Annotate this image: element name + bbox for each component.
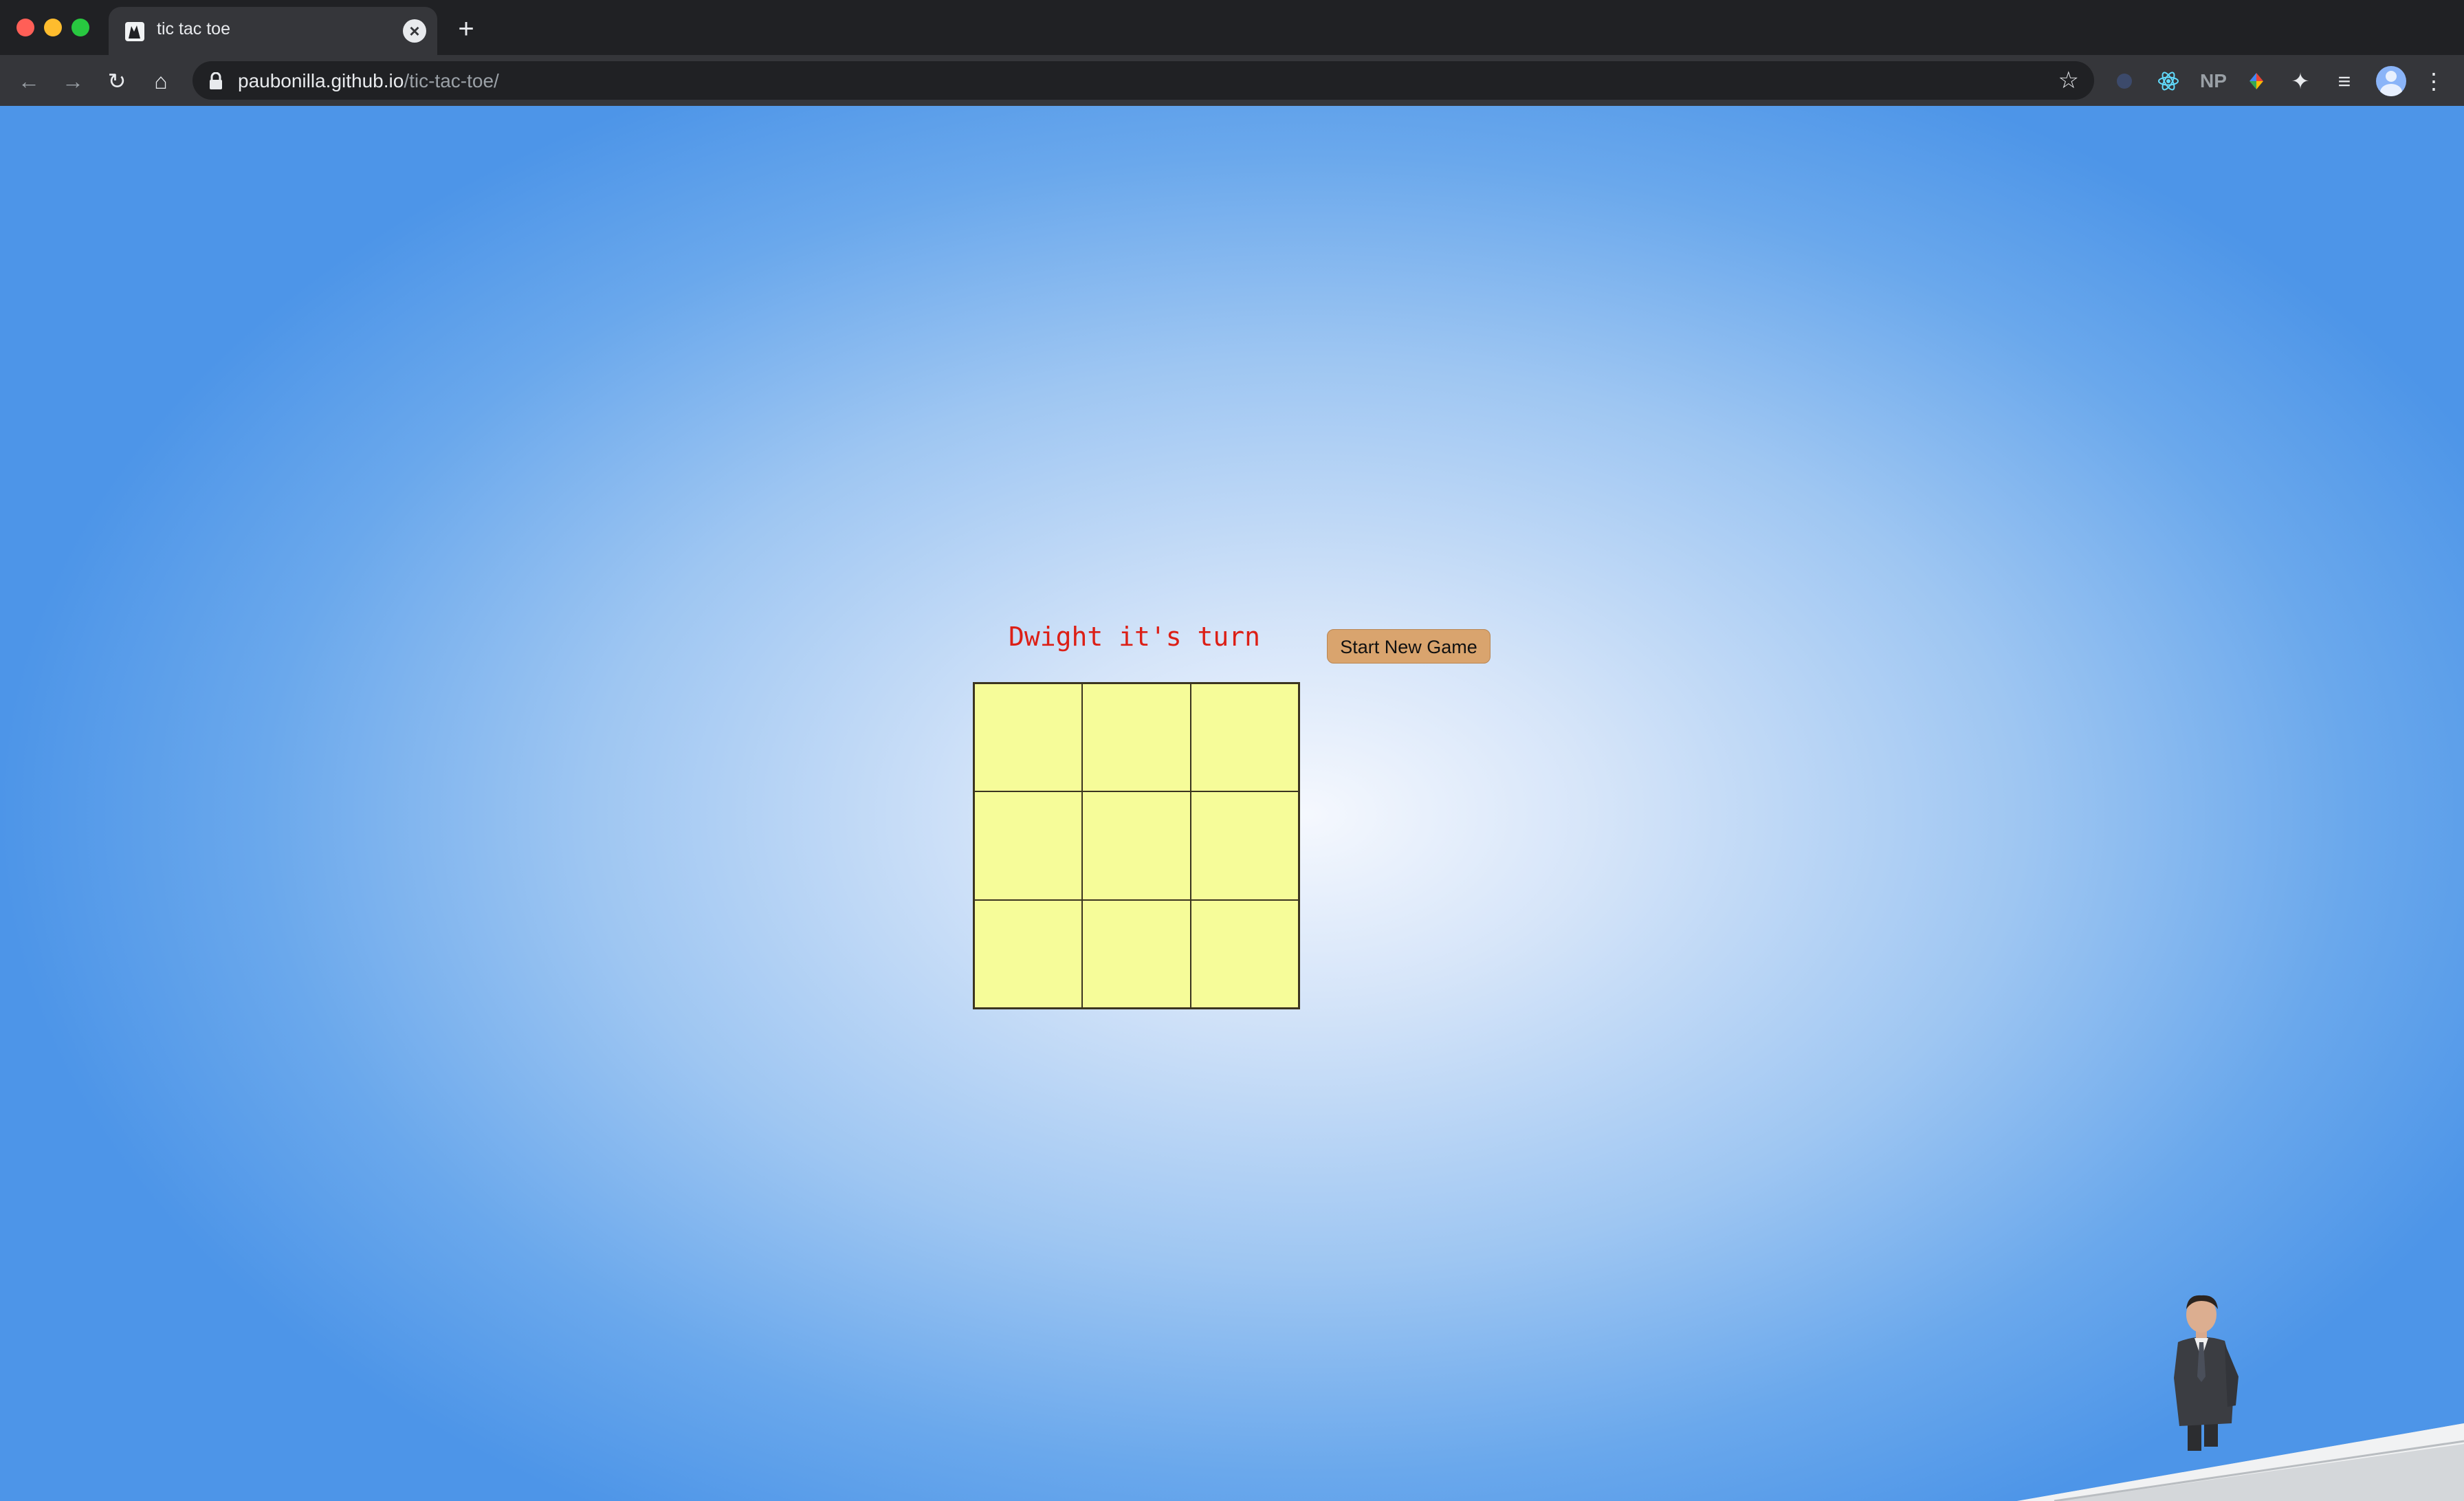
color-picker-extension-icon[interactable] <box>2244 69 2269 94</box>
url-text[interactable]: paubonilla.github.io/tic-tac-toe/ <box>238 70 499 92</box>
bookmark-star-icon[interactable]: ☆ <box>2058 67 2079 94</box>
back-arrow-icon[interactable]: ← <box>14 66 44 96</box>
avatar-head <box>2386 71 2397 82</box>
close-window-button[interactable] <box>16 19 34 36</box>
game-board <box>973 682 1300 1009</box>
lock-icon[interactable] <box>208 72 224 90</box>
tab-strip: tic tac toe × + <box>0 0 2464 55</box>
maximize-window-button[interactable] <box>72 19 89 36</box>
rooftop-man-illustration <box>2017 1295 2464 1501</box>
url-path: /tic-tac-toe/ <box>404 70 499 91</box>
browser-tab[interactable]: tic tac toe × <box>109 7 437 55</box>
tab-favicon-icon <box>125 22 144 41</box>
start-new-game-button[interactable]: Start New Game <box>1327 629 1490 664</box>
board-cell-4[interactable] <box>974 791 1083 900</box>
home-icon[interactable]: ⌂ <box>146 66 176 96</box>
board-cell-5[interactable] <box>1082 791 1191 900</box>
url-host: paubonilla.github.io <box>238 70 404 91</box>
tab-title: tic tac toe <box>157 19 230 39</box>
browser-menu-icon[interactable]: ⋮ <box>2421 67 2446 95</box>
extension-dark-circle-icon[interactable] <box>2112 69 2137 94</box>
board-cell-8[interactable] <box>1082 899 1191 1008</box>
page-viewport: Dwight it's turn Start New Game <box>0 106 2464 1501</box>
avatar-body <box>2380 84 2402 96</box>
minimize-window-button[interactable] <box>44 19 62 36</box>
board-cell-2[interactable] <box>1082 683 1191 792</box>
reload-icon[interactable]: ↻ <box>102 66 132 96</box>
np-extension-icon[interactable]: NP <box>2200 69 2227 94</box>
new-tab-button[interactable]: + <box>451 14 481 44</box>
close-tab-icon[interactable]: × <box>403 19 426 43</box>
board-cell-9[interactable] <box>1190 899 1299 1008</box>
extensions-puzzle-icon[interactable]: ✦ <box>2288 69 2313 94</box>
board-cell-1[interactable] <box>974 683 1083 792</box>
board-cell-6[interactable] <box>1190 791 1299 900</box>
turn-status-text: Dwight it's turn <box>1008 622 1261 652</box>
react-devtools-icon[interactable] <box>2156 69 2181 94</box>
address-bar[interactable]: paubonilla.github.io/tic-tac-toe/ ☆ <box>192 61 2094 100</box>
browser-toolbar: ← → ↻ ⌂ paubonilla.github.io/tic-tac-toe… <box>0 55 2464 106</box>
board-cell-7[interactable] <box>974 899 1083 1008</box>
media-control-icon[interactable]: ≡ <box>2332 69 2357 94</box>
forward-arrow-icon[interactable]: → <box>58 66 88 96</box>
profile-avatar[interactable] <box>2376 66 2406 96</box>
board-cell-3[interactable] <box>1190 683 1299 792</box>
